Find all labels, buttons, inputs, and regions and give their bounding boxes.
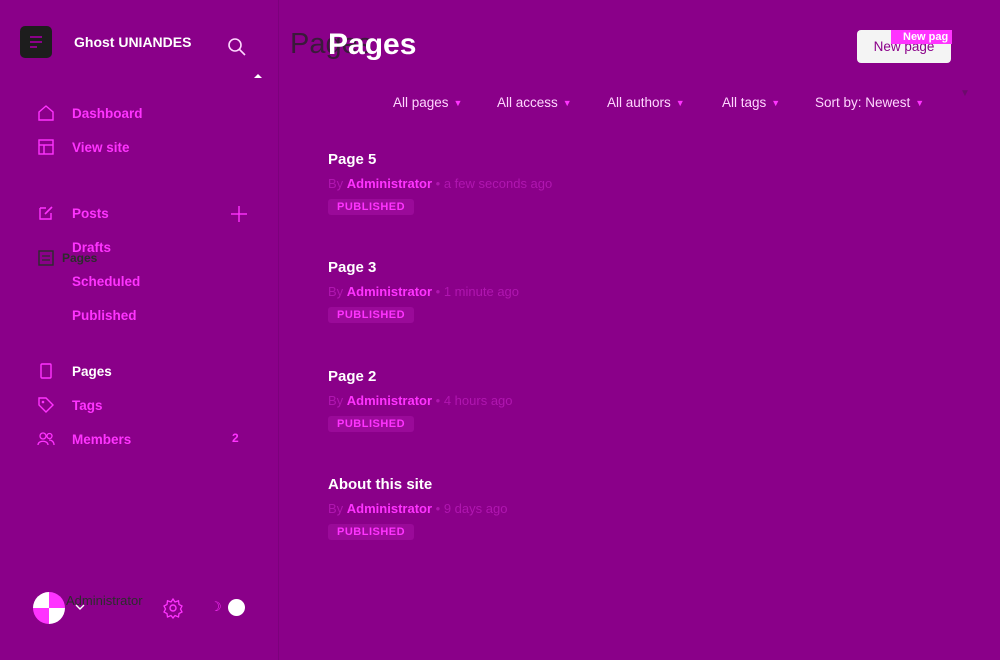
meta-time: 9 days ago [443, 501, 508, 516]
page-meta: By Administrator • 1 minute ago [328, 284, 519, 299]
plus-icon[interactable] [229, 204, 249, 224]
meta-by: By [328, 501, 344, 516]
meta-author[interactable]: Administrator [347, 176, 432, 191]
nav-published[interactable]: Published [72, 308, 137, 323]
search-icon[interactable] [227, 37, 247, 57]
meta-by: By [328, 284, 344, 299]
status-badge: PUBLISHED [328, 199, 415, 215]
meta-time: a few seconds ago [443, 176, 553, 191]
meta-sep: • [435, 176, 441, 191]
chevron-down-icon: ▼ [960, 88, 970, 99]
sidebar: Ghost UNIANDES Dashboard View site Posts… [0, 0, 279, 660]
meta-author[interactable]: Administrator [347, 501, 432, 516]
page-title: Pages [328, 28, 417, 61]
filter-label: All authors [607, 95, 671, 110]
members-count: 2 [232, 431, 239, 445]
meta-sep: • [435, 393, 441, 408]
chevron-up-icon [254, 74, 262, 78]
nav-pages-ghost: Pages [36, 245, 97, 271]
filter-label: Sort by: Newest [815, 95, 911, 110]
page-title-link[interactable]: Page 5 [328, 151, 552, 168]
page-meta: By Administrator • a few seconds ago [328, 176, 552, 191]
meta-time: 1 minute ago [443, 284, 520, 299]
gear-icon[interactable] [162, 597, 184, 620]
filter-label: All access [497, 95, 558, 110]
nav-pages-label: Pages [72, 363, 112, 379]
filter-label: All pages [393, 95, 449, 110]
status-badge: PUBLISHED [328, 416, 415, 432]
meta-by: By [328, 393, 344, 408]
meta-author[interactable]: Administrator [347, 284, 432, 299]
status-badge: PUBLISHED [328, 524, 415, 540]
tag-icon [36, 395, 56, 415]
page-title-link[interactable]: Page 3 [328, 259, 519, 276]
meta-sep: • [435, 501, 441, 516]
chevron-down-icon: ▼ [771, 97, 781, 108]
list-item[interactable]: Page 5 By Administrator • a few seconds … [328, 151, 552, 215]
page-title-link[interactable]: About this site [328, 476, 507, 493]
pages-ghost-icon [36, 248, 56, 268]
page-title-link[interactable]: Page 2 [328, 368, 513, 385]
page-meta: By Administrator • 9 days ago [328, 501, 507, 516]
meta-time: 4 hours ago [443, 393, 513, 408]
chevron-down-icon: ▼ [562, 97, 572, 108]
nav-pages[interactable]: Pages [36, 358, 112, 384]
list-item[interactable]: Page 2 By Administrator • 4 hours ago PU… [328, 368, 513, 432]
list-item[interactable]: About this site By Administrator • 9 day… [328, 476, 507, 540]
nav-view-site-label: View site [72, 139, 130, 155]
meta-by: By [328, 176, 344, 191]
filter-all-access[interactable]: All access ▼ [497, 95, 572, 110]
nav-posts[interactable]: Posts [36, 200, 109, 226]
avatar[interactable] [33, 592, 65, 624]
chevron-down-icon[interactable] [74, 601, 86, 613]
nav-members[interactable]: Members [36, 426, 131, 452]
filter-label: All tags [722, 95, 767, 110]
moon-icon: ☽ [210, 599, 222, 614]
new-page-tag: New pag [891, 30, 952, 44]
posts-icon [36, 203, 56, 223]
status-badge: PUBLISHED [328, 307, 415, 323]
home-icon [36, 103, 56, 123]
filter-all-pages[interactable]: All pages ▼ [393, 95, 462, 110]
members-icon [36, 429, 56, 449]
chevron-down-icon: ▼ [675, 97, 685, 108]
brand[interactable]: Ghost UNIANDES [20, 26, 191, 58]
list-item[interactable]: Page 3 By Administrator • 1 minute ago P… [328, 259, 519, 323]
nav-dashboard[interactable]: Dashboard [36, 100, 143, 126]
filter-all-authors[interactable]: All authors ▼ [607, 95, 685, 110]
toggle-knob [228, 599, 245, 616]
pages-icon [36, 361, 56, 381]
filter-sort[interactable]: Sort by: Newest ▼ [815, 95, 924, 110]
nav-dashboard-label: Dashboard [72, 105, 143, 121]
night-mode-toggle[interactable]: ☽ [208, 598, 248, 618]
nav-members-label: Members [72, 431, 132, 447]
nav-tags-label: Tags [72, 397, 103, 413]
logo-icon [20, 26, 52, 58]
meta-author[interactable]: Administrator [347, 393, 432, 408]
nav-pages-ghost-label: Pages [62, 251, 98, 265]
brand-title: Ghost UNIANDES [74, 34, 192, 50]
chevron-down-icon: ▼ [453, 97, 463, 108]
chevron-down-icon: ▼ [915, 97, 925, 108]
meta-sep: • [435, 284, 441, 299]
nav-view-site[interactable]: View site [36, 134, 130, 160]
page-meta: By Administrator • 4 hours ago [328, 393, 513, 408]
nav-scheduled[interactable]: Scheduled [72, 274, 140, 289]
filter-all-tags[interactable]: All tags ▼ [722, 95, 780, 110]
view-site-icon [36, 137, 56, 157]
nav-tags[interactable]: Tags [36, 392, 103, 418]
nav-posts-label: Posts [72, 205, 109, 221]
